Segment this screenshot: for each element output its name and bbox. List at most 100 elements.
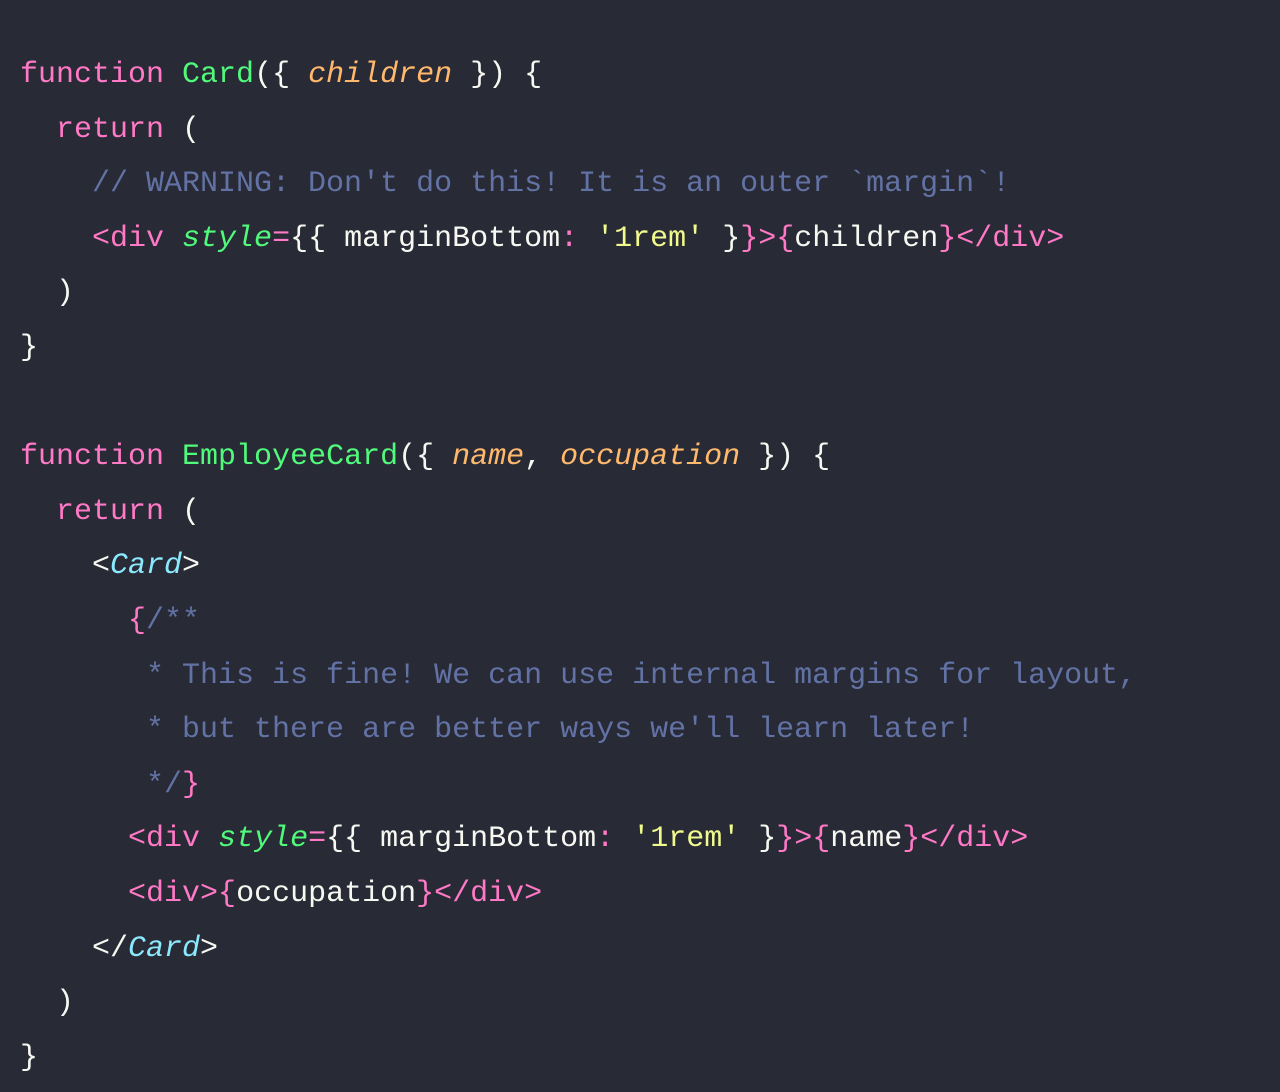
code-token-punctuation: ( xyxy=(164,112,201,147)
code-line: </Card> xyxy=(0,922,1280,977)
code-line: } xyxy=(0,1031,1280,1086)
code-token-parameter: occupation xyxy=(560,440,741,475)
code-token-keyword: function xyxy=(20,58,165,92)
code-token-keyword: return xyxy=(56,112,165,147)
code-line: * but there are better ways we'll learn … xyxy=(0,703,1280,758)
code-line: function EmployeeCard({ name, occupation… xyxy=(0,430,1280,485)
code-token-punctuation: > xyxy=(182,549,201,584)
code-token-punctuation: ) xyxy=(20,276,75,311)
code-token-parameter: name xyxy=(452,440,525,475)
code-token-keyword: </div> xyxy=(956,221,1065,256)
code-token-component: Card xyxy=(110,549,183,584)
code-token-punctuation: </ xyxy=(20,931,129,966)
code-token-string: '1rem' xyxy=(596,221,705,256)
code-token-keyword: = xyxy=(272,221,291,256)
code-line: } xyxy=(0,321,1280,376)
code-token-comment: * but there are better ways we'll learn … xyxy=(146,713,975,748)
code-line: */} xyxy=(0,758,1280,813)
code-token-keyword: <div> xyxy=(128,876,219,911)
code-line: <div>{occupation}</div> xyxy=(0,867,1280,922)
code-token-parameter: children xyxy=(308,58,453,92)
code-token-keyword: { xyxy=(812,822,831,857)
code-token-punctuation: ({ xyxy=(398,440,453,475)
code-line: return ( xyxy=(0,103,1280,158)
code-line: function Card({ children }) { xyxy=(0,48,1280,103)
code-line: ) xyxy=(0,266,1280,321)
code-token-punctuation: children xyxy=(794,221,939,256)
code-token-punctuation: {{ xyxy=(326,822,381,857)
code-token-comment: */ xyxy=(146,767,183,802)
code-token-component: Card xyxy=(128,931,201,966)
code-token-attribute: style xyxy=(182,221,273,256)
code-token-keyword: { xyxy=(128,603,147,638)
code-block[interactable]: function Card({ children }) { return ( /… xyxy=(0,30,1280,1092)
code-token-punctuation: marginBottom xyxy=(380,822,597,857)
code-token-punctuation: , xyxy=(524,440,561,475)
code-token-keyword: return xyxy=(56,494,165,529)
code-token-punctuation: }) { xyxy=(452,58,543,92)
code-token-keyword: }> xyxy=(740,221,777,256)
code-token-function: EmployeeCard xyxy=(182,440,399,475)
code-token-punctuation: } xyxy=(704,221,741,256)
code-token-punctuation: ({ xyxy=(254,58,309,92)
code-token-keyword: </div> xyxy=(434,876,543,911)
code-token-punctuation: < xyxy=(20,549,111,584)
code-token-comment: * This is fine! We can use internal marg… xyxy=(146,658,1137,693)
code-line: <div style={{ marginBottom: '1rem' }}>{n… xyxy=(0,812,1280,867)
code-token-punctuation: }) { xyxy=(740,440,831,475)
code-token-attribute: style xyxy=(218,822,309,857)
code-token-punctuation: occupation xyxy=(236,876,417,911)
code-token-function: Card xyxy=(182,58,255,92)
code-token-string: '1rem' xyxy=(632,822,741,857)
code-token-keyword: } xyxy=(938,221,957,256)
code-token-punctuation: name xyxy=(830,822,903,857)
code-line: // WARNING: Don't do this! It is an oute… xyxy=(0,157,1280,212)
code-token-keyword: { xyxy=(776,221,795,256)
code-token-keyword: <div xyxy=(92,221,165,256)
code-line: {/** xyxy=(0,594,1280,649)
code-token-punctuation: } xyxy=(20,1040,39,1075)
code-token-comment: // WARNING: Don't do this! It is an oute… xyxy=(92,167,1011,202)
code-line: * This is fine! We can use internal marg… xyxy=(0,649,1280,704)
code-token-keyword: }> xyxy=(776,822,813,857)
code-token-keyword: } xyxy=(182,767,201,802)
code-token-keyword: } xyxy=(416,876,435,911)
code-token-punctuation: marginBottom xyxy=(344,221,561,256)
code-token-keyword: : xyxy=(560,221,579,256)
code-token-keyword: { xyxy=(218,876,237,911)
code-token-punctuation: {{ xyxy=(290,221,345,256)
code-token-punctuation: > xyxy=(200,931,219,966)
code-token-punctuation: ) xyxy=(20,986,75,1021)
code-token-keyword: function xyxy=(20,440,165,475)
code-token-keyword: = xyxy=(308,822,327,857)
code-line: ) xyxy=(0,976,1280,1031)
code-line: return ( xyxy=(0,485,1280,540)
code-token-comment: /** xyxy=(146,603,201,638)
code-token-keyword: } xyxy=(902,822,921,857)
code-token-keyword: </div> xyxy=(920,822,1029,857)
code-token-punctuation: ( xyxy=(164,494,201,529)
code-token-punctuation: } xyxy=(20,330,39,365)
code-line: <Card> xyxy=(0,539,1280,594)
code-token-keyword: : xyxy=(596,822,615,857)
code-token-keyword: <div xyxy=(128,822,201,857)
code-token-punctuation: } xyxy=(740,822,777,857)
code-line: <div style={{ marginBottom: '1rem' }}>{c… xyxy=(0,212,1280,267)
